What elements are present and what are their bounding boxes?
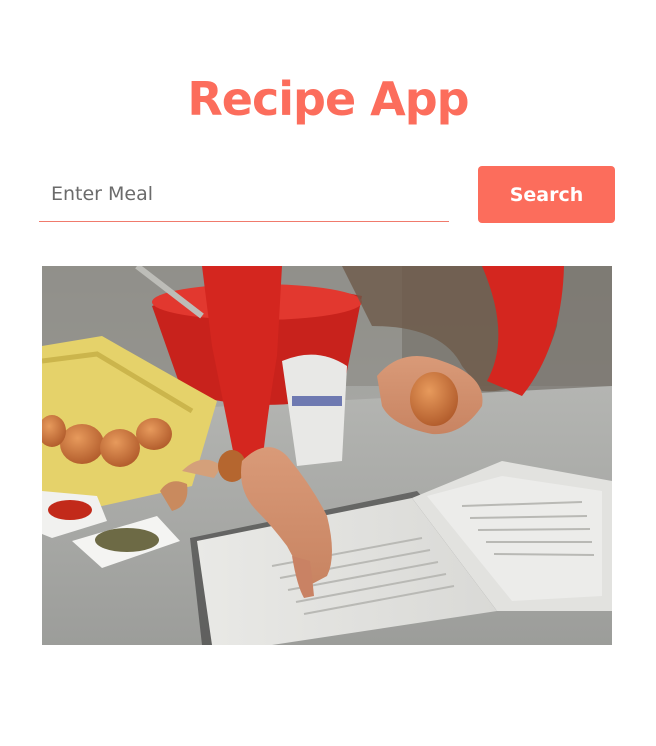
app-title: Recipe App bbox=[187, 72, 469, 126]
meal-search-input[interactable] bbox=[39, 166, 449, 222]
cooking-photo-illustration bbox=[42, 266, 612, 645]
search-button[interactable]: Search bbox=[478, 166, 615, 223]
search-form: Search bbox=[39, 166, 615, 223]
hero-cooking-image bbox=[42, 266, 612, 645]
